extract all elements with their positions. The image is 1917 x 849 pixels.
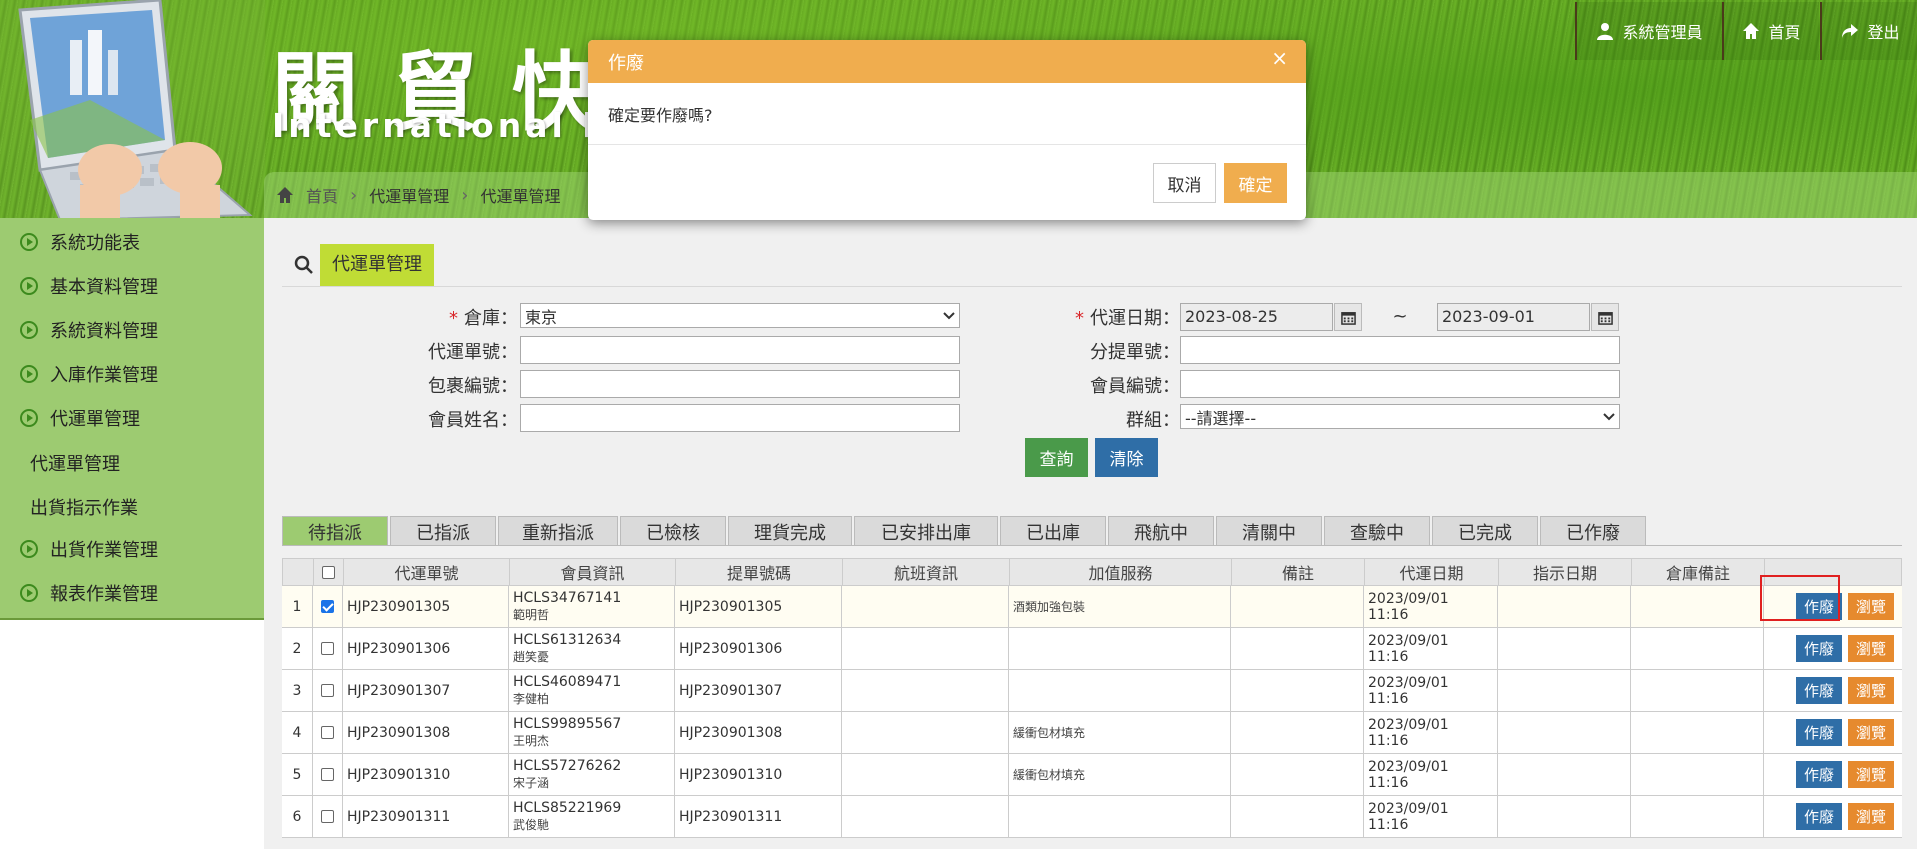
close-icon[interactable]: × [1271, 46, 1288, 70]
dialog-confirm-button[interactable]: 確定 [1224, 163, 1287, 203]
confirm-void-dialog: 作廢 × 確定要作廢嗎? 取消 確定 [588, 40, 1306, 220]
dialog-title: 作廢 [608, 52, 644, 74]
dialog-divider [588, 144, 1306, 145]
dialog-cancel-button[interactable]: 取消 [1153, 163, 1216, 203]
dialog-header: 作廢 [588, 40, 1306, 83]
dialog-message: 確定要作廢嗎? [608, 106, 713, 125]
